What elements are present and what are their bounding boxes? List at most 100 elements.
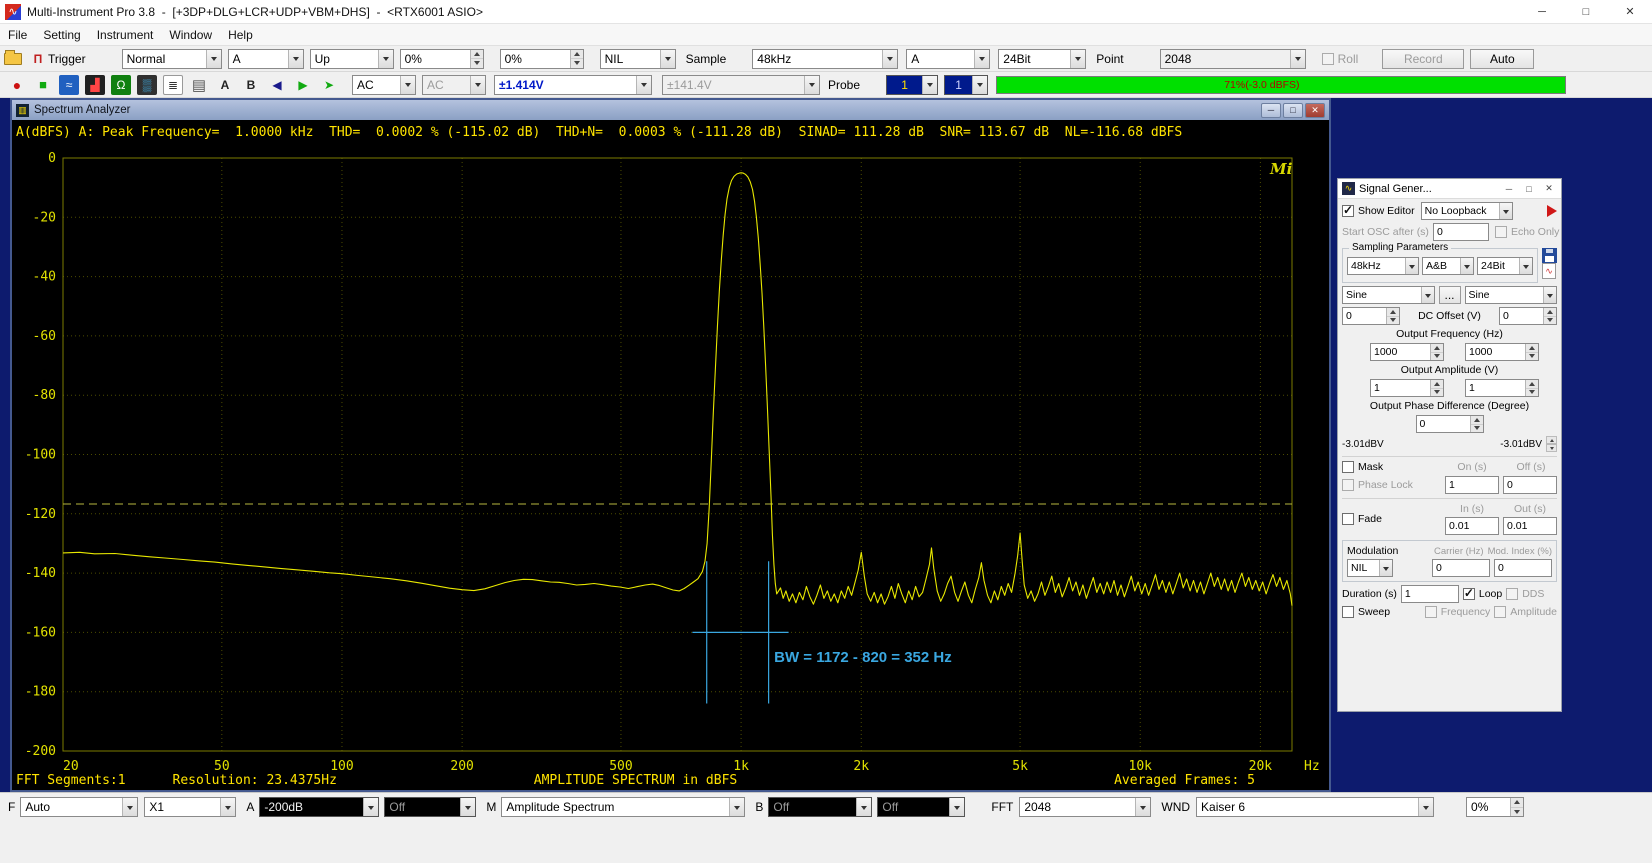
frequency-axis-select[interactable]: Auto [20,797,138,817]
gen-channels-select[interactable]: A&B [1422,257,1474,275]
a-option-select[interactable]: Off [384,797,476,817]
sweep-amplitude-checkbox[interactable] [1494,606,1506,618]
open-file-icon[interactable] [4,53,22,65]
siggen-close-icon[interactable]: ✕ [1539,181,1559,197]
spectrum-close-icon[interactable]: ✕ [1305,103,1325,118]
chevron-down-icon[interactable] [1421,287,1434,303]
spin-down-icon[interactable] [1526,389,1538,397]
menu-window[interactable]: Window [161,28,220,42]
chevron-down-icon[interactable] [460,798,475,816]
chevron-down-icon[interactable] [1499,203,1512,219]
range-b-select[interactable]: ±141.4V [662,75,820,95]
range-a-select[interactable]: ±1.414V [494,75,652,95]
spinner[interactable] [1386,308,1399,324]
chevron-down-icon[interactable] [1418,798,1433,816]
save-icon[interactable] [1542,248,1557,263]
spin-up-icon[interactable] [1511,798,1523,808]
chevron-down-icon[interactable] [660,50,675,68]
sampling-rate-select[interactable]: 48kHz [752,49,898,69]
chevron-down-icon[interactable] [122,798,137,816]
chevron-down-icon[interactable] [636,76,651,94]
spectrogram-icon[interactable]: ▒ [137,75,157,95]
loopback-select[interactable]: No Loopback [1421,202,1513,220]
sound-icon[interactable]: ◀ [267,75,287,95]
spin-down-icon[interactable] [471,59,483,68]
amplitude-a-stepper[interactable]: 1 [1370,379,1444,397]
chevron-down-icon[interactable] [1519,258,1532,274]
chevron-down-icon[interactable] [206,50,221,68]
menu-help[interactable]: Help [220,28,261,42]
spin-up-icon[interactable] [1546,436,1557,444]
chevron-down-icon[interactable] [922,76,937,94]
dc-offset-a-stepper[interactable]: 0 [1342,307,1400,325]
chevron-down-icon[interactable] [363,798,378,816]
spin-up-icon[interactable] [1471,416,1483,425]
siggen-maximize-icon[interactable]: □ [1519,181,1539,197]
menu-instrument[interactable]: Instrument [89,28,162,42]
chevron-down-icon[interactable] [470,76,485,94]
chevron-down-icon[interactable] [1379,560,1392,576]
trigger-level-stepper[interactable]: 0% [400,49,484,69]
spinner[interactable] [1430,380,1443,396]
spinner[interactable] [1510,798,1523,816]
menu-file[interactable]: File [0,28,35,42]
signal-generator-titlebar[interactable]: ∿ Signal Gener... ─ □ ✕ [1338,179,1561,199]
start-osc-input[interactable]: 0 [1433,223,1489,241]
spin-up-icon[interactable] [1431,380,1443,389]
siggen-minimize-icon[interactable]: ─ [1499,181,1519,197]
gen-bits-select[interactable]: 24Bit [1477,257,1533,275]
menu-setting[interactable]: Setting [35,28,88,42]
window-function-select[interactable]: Kaiser 6 [1196,797,1434,817]
spin-down-icon[interactable] [1431,353,1443,361]
spectrum-maximize-icon[interactable]: □ [1283,103,1303,118]
spinner[interactable] [470,50,483,68]
minimize-icon[interactable]: ─ [1520,0,1564,23]
frequency-a-stepper[interactable]: 1000 [1370,343,1444,361]
sweep-checkbox[interactable] [1342,606,1354,618]
a-range-select[interactable]: -200dB [259,797,379,817]
spin-down-icon[interactable] [1546,444,1557,452]
chevron-down-icon[interactable] [1135,798,1150,816]
duration-input[interactable]: 1 [1401,585,1459,603]
dc-offset-b-stepper[interactable]: 0 [1499,307,1557,325]
trigger-source-select[interactable]: A [228,49,304,69]
phase-lock-checkbox[interactable] [1342,479,1354,491]
trigger-delay-stepper[interactable]: 0% [500,49,584,69]
chevron-down-icon[interactable] [729,798,744,816]
zoom-select[interactable]: X1 [144,797,236,817]
multimeter-icon[interactable]: Ω [111,75,131,95]
trigger-mode-select[interactable]: Normal [122,49,222,69]
label-b-icon[interactable]: B [241,75,261,95]
mod-index-input[interactable]: 0 [1494,559,1552,577]
generator-play-button[interactable] [1547,205,1557,217]
spin-down-icon[interactable] [1526,353,1538,361]
dbv-spinner[interactable] [1546,436,1557,452]
sampling-channel-select[interactable]: A [906,49,990,69]
more-waveform-button[interactable]: ... [1439,286,1461,304]
sampling-bits-select[interactable]: 24Bit [998,49,1086,69]
phase-stepper[interactable]: 0 [1416,415,1484,433]
chevron-down-icon[interactable] [1543,287,1556,303]
overlap-stepper[interactable]: 0% [1466,797,1524,817]
spin-down-icon[interactable] [1511,808,1523,817]
fade-in-input[interactable]: 0.01 [1445,517,1499,535]
mask-off-input[interactable]: 0 [1503,476,1557,494]
chevron-down-icon[interactable] [288,50,303,68]
chevron-down-icon[interactable] [856,798,871,816]
fade-out-input[interactable]: 0.01 [1503,517,1557,535]
chevron-down-icon[interactable] [1070,50,1085,68]
stop-icon[interactable]: ■ [33,75,53,95]
spin-down-icon[interactable] [1544,317,1556,325]
chevron-down-icon[interactable] [882,50,897,68]
b-range-select[interactable]: Off [768,797,872,817]
record-icon[interactable]: ● [7,75,27,95]
spinner[interactable] [1525,344,1538,360]
maximize-icon[interactable]: □ [1564,0,1608,23]
spin-down-icon[interactable] [571,59,583,68]
gen-sampling-rate-select[interactable]: 48kHz [1347,257,1419,275]
probe-b-select[interactable]: 1 [944,75,988,95]
spinner[interactable] [1543,308,1556,324]
echo-only-checkbox[interactable] [1495,226,1507,238]
trigger-edge-select[interactable]: Up [310,49,394,69]
signal-file-icon[interactable]: ∿ [1542,263,1556,279]
